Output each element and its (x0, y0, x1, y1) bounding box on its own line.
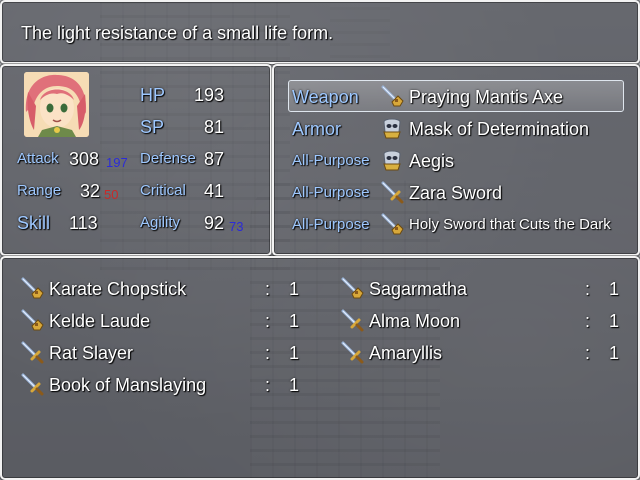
shield-icon (380, 148, 404, 172)
item-name: Karate Chopstick (49, 279, 187, 299)
item-count: 1 (609, 279, 620, 299)
axe-icon (380, 84, 404, 108)
item-count: 1 (609, 343, 620, 363)
item-count: 1 (289, 375, 300, 395)
item-separator: : (265, 279, 271, 299)
equipped-item-name: Zara Sword (409, 183, 503, 203)
attack-value: 308 (69, 149, 100, 169)
axe-icon (380, 212, 404, 236)
defense-value: 87 (204, 149, 225, 169)
item-name: Kelde Laude (49, 311, 151, 331)
axe-icon (20, 308, 44, 332)
agility-value: 92 (204, 213, 225, 233)
item-count: 1 (289, 311, 300, 331)
help-text: The light resistance of a small life for… (21, 23, 334, 43)
item-separator: : (585, 343, 591, 363)
hp-label: HP (140, 85, 166, 105)
item-name: Amaryllis (369, 343, 443, 363)
slot-label: Weapon (292, 87, 359, 107)
item-separator: : (585, 311, 591, 331)
item-separator: : (265, 375, 271, 395)
slot-label: All-Purpose (292, 184, 370, 201)
item-count: 1 (289, 343, 300, 363)
axe-icon (20, 276, 44, 300)
mask-icon (380, 116, 404, 140)
critical-value: 41 (204, 181, 225, 201)
slot-label: All-Purpose (292, 216, 370, 233)
item-name: Sagarmatha (369, 279, 468, 299)
slot-label: Armor (292, 119, 341, 139)
item-name: Book of Manslaying (49, 375, 207, 395)
sword-icon (20, 372, 44, 396)
item-count: 1 (609, 311, 620, 331)
skill-label: Skill (17, 213, 51, 233)
equipped-item-name: Aegis (409, 151, 455, 171)
axe-icon (340, 276, 364, 300)
skill-value: 113 (69, 213, 98, 233)
equipped-item-name: Mask of Determination (409, 119, 590, 139)
sword-icon (340, 308, 364, 332)
agility-bonus: 73 (229, 219, 244, 234)
equipped-item-name: Holy Sword that Cuts the Dark (409, 216, 611, 233)
defense-label: Defense (140, 150, 196, 167)
critical-label: Critical (140, 182, 186, 199)
range-value: 32 (80, 181, 101, 201)
item-separator: : (265, 311, 271, 331)
range-bonus: 50 (104, 187, 119, 202)
sp-label: SP (140, 117, 165, 137)
item-count: 1 (289, 279, 300, 299)
equipped-item-name: Praying Mantis Axe (409, 87, 564, 107)
item-name: Alma Moon (369, 311, 461, 331)
sword-icon (380, 180, 404, 204)
range-label: Range (17, 182, 62, 199)
help-window: The light resistance of a small life for… (0, 0, 640, 64)
attack-label: Attack (17, 150, 59, 167)
item-separator: : (265, 343, 271, 363)
sp-value: 81 (204, 117, 225, 137)
slot-label: All-Purpose (292, 152, 370, 169)
sword-icon (340, 340, 364, 364)
agility-label: Agility (140, 214, 181, 231)
item-separator: : (585, 279, 591, 299)
character-portrait (24, 72, 89, 137)
item-name: Rat Slayer (49, 343, 134, 363)
attack-bonus: 197 (106, 155, 128, 170)
hp-value: 193 (194, 85, 225, 105)
sword-icon (20, 340, 44, 364)
